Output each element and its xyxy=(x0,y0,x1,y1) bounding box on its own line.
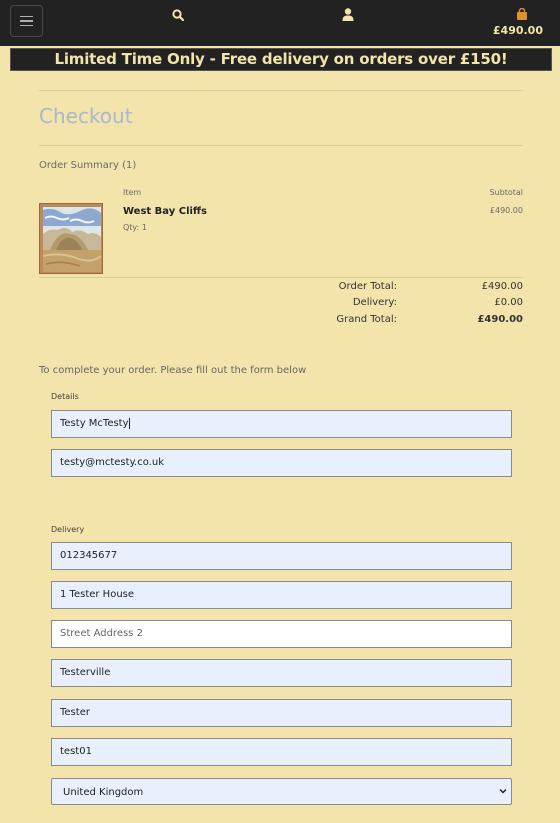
phone-number-field[interactable]: 012345677 xyxy=(51,542,512,570)
product-quantity: Qty: 1 xyxy=(123,223,147,232)
divider xyxy=(39,277,523,278)
town-city-field[interactable]: Testerville xyxy=(51,659,512,687)
product-thumbnail xyxy=(39,203,103,274)
product-subtotal: £490.00 xyxy=(489,206,523,215)
delivery-label: Delivery: xyxy=(352,297,397,308)
county-field[interactable]: Tester xyxy=(51,699,512,727)
grand-total-value: £490.00 xyxy=(477,314,523,325)
email-field[interactable]: testy@mctesty.co.uk xyxy=(51,449,512,477)
order-total-label: Order Total: xyxy=(338,281,397,292)
product-name[interactable]: West Bay Cliffs xyxy=(123,206,207,217)
page-title: Checkout xyxy=(39,104,133,128)
country-select[interactable]: United Kingdom xyxy=(51,778,512,805)
grand-total-label: Grand Total: xyxy=(336,314,397,325)
street-address-2-field[interactable]: Street Address 2 xyxy=(51,620,512,648)
divider xyxy=(39,90,523,91)
text-cursor xyxy=(128,417,130,429)
full-name-field[interactable]: Testy McTesty xyxy=(51,410,512,438)
user-icon[interactable] xyxy=(342,8,354,21)
shopping-bag-icon[interactable] xyxy=(516,8,528,20)
search-icon[interactable] xyxy=(172,9,184,21)
column-header-item: Item xyxy=(123,188,142,197)
details-legend: Details xyxy=(51,392,79,401)
column-header-subtotal: Subtotal xyxy=(489,188,523,197)
delivery-legend: Delivery xyxy=(51,525,85,534)
country-selected-value: United Kingdom xyxy=(63,787,144,798)
divider xyxy=(39,145,523,146)
order-total-value: £490.00 xyxy=(481,281,523,292)
form-instructions: To complete your order. Please fill out … xyxy=(39,365,307,376)
hamburger-icon[interactable] xyxy=(10,5,43,37)
delivery-value: £0.00 xyxy=(494,297,523,308)
postcode-field[interactable]: test01 xyxy=(51,738,512,766)
chevron-down-icon xyxy=(499,788,507,794)
cart-total[interactable]: £490.00 xyxy=(493,24,543,37)
order-summary-heading: Order Summary (1) xyxy=(39,160,137,171)
street-address-1-field[interactable]: 1 Tester House xyxy=(51,581,512,609)
full-name-value: Testy McTesty xyxy=(60,418,129,429)
top-navbar: £490.00 xyxy=(0,0,560,46)
promo-banner: Limited Time Only - Free delivery on ord… xyxy=(10,48,552,71)
